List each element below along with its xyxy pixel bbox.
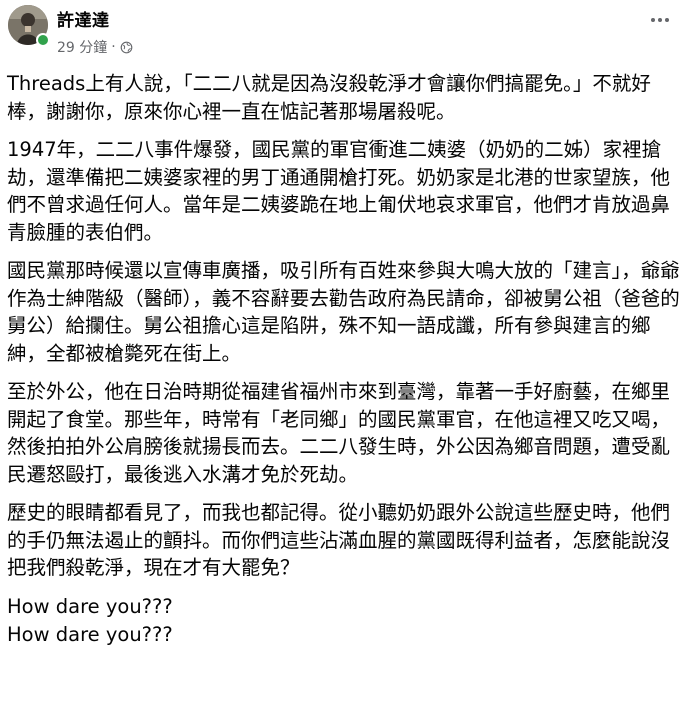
- meta-separator: ·: [111, 39, 116, 55]
- post-paragraph: 至於外公，他在日治時期從福建省福州市來到臺灣，靠著一手好廚藝，在鄉里開起了食堂。…: [7, 380, 671, 486]
- post-closing-line: How dare you???: [7, 622, 173, 646]
- post-timestamp[interactable]: 29 分鐘: [57, 37, 107, 57]
- post-body: Threads上有人說，「二二八就是因為沒殺乾淨才會讓你們搞罷免。」不就好棒，謝…: [7, 70, 683, 649]
- online-status-dot: [36, 33, 50, 47]
- globe-icon[interactable]: [120, 41, 133, 54]
- post-paragraph: 國民黨那時候還以宣傳車廣播，吸引所有百姓來參與大鳴大放的「建言」，爺爺作為士紳階…: [7, 259, 680, 365]
- more-options-button[interactable]: [648, 8, 672, 32]
- post-paragraph: 1947年，二二八事件爆發，國民黨的軍官衝進二姨婆（奶奶的二姊）家裡搶劫，還準備…: [7, 138, 671, 244]
- post-closing-line: How dare you???: [7, 594, 173, 618]
- post-meta: 29 分鐘 ·: [57, 37, 133, 57]
- post-paragraph: Threads上有人說，「二二八就是因為沒殺乾淨才會讓你們搞罷免。」不就好棒，謝…: [7, 72, 651, 123]
- post-header: 許達達 29 分鐘 ·: [0, 0, 688, 62]
- more-horizontal-icon: [651, 18, 669, 22]
- post-paragraph: 歷史的眼睛都看見了，而我也都記得。從小聽奶奶跟外公說這些歷史時，他們的手仍無法遏…: [7, 501, 671, 579]
- author-name[interactable]: 許達達: [57, 6, 110, 31]
